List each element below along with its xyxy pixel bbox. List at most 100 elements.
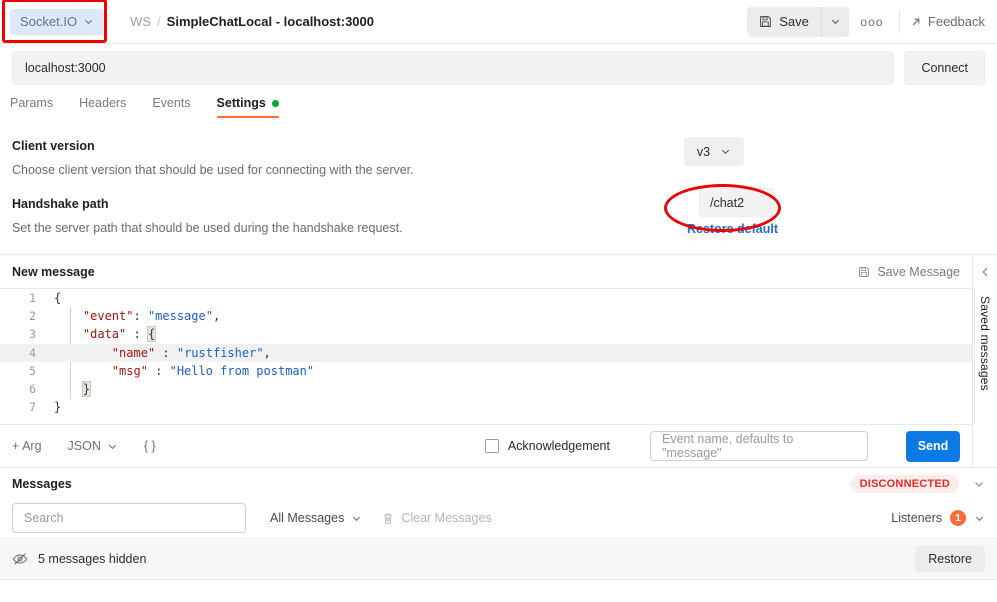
postman-socketio-window: Socket.IO WS / SimpleChatLocal - localho…	[0, 0, 997, 602]
feedback-label: Feedback	[928, 14, 985, 29]
listeners-toggle[interactable]: Listeners 1	[891, 510, 985, 526]
clear-messages-button[interactable]: Clear Messages	[382, 511, 491, 525]
url-row: localhost:3000 Connect	[0, 44, 997, 92]
line-number: 3	[0, 327, 46, 341]
save-label: Save	[779, 14, 809, 29]
breadcrumb: WS / SimpleChatLocal - localhost:3000	[130, 14, 374, 29]
listeners-label: Listeners	[891, 511, 942, 525]
line-number: 2	[0, 309, 46, 323]
tab-headers[interactable]: Headers	[79, 96, 126, 118]
chevron-down-icon[interactable]	[973, 478, 985, 490]
handshake-path-value: /chat2	[710, 196, 744, 210]
chevron-down-icon	[830, 16, 841, 27]
url-value: localhost:3000	[25, 61, 106, 75]
send-button[interactable]: Send	[906, 431, 960, 462]
eye-off-icon	[12, 551, 28, 567]
acknowledgement-toggle[interactable]: Acknowledgement	[485, 439, 610, 453]
chevron-down-icon	[83, 16, 94, 27]
client-version-title: Client version	[12, 139, 985, 153]
format-select[interactable]: JSON	[68, 439, 118, 453]
line-number: 4	[0, 346, 46, 360]
acknowledgement-checkbox[interactable]	[485, 439, 499, 453]
listeners-count-badge: 1	[950, 510, 966, 526]
url-input[interactable]: localhost:3000	[12, 51, 894, 85]
setting-handshake-path: Handshake path Set the server path that …	[0, 177, 997, 235]
save-options-button[interactable]	[821, 7, 849, 37]
save-message-button[interactable]: Save Message	[858, 265, 960, 279]
code-content: "data" : {	[46, 327, 155, 341]
modified-indicator-dot	[272, 100, 279, 107]
handshake-path-input[interactable]: /chat2	[699, 188, 775, 217]
editor-toolbar: + Arg JSON { } Acknowledgement Event nam…	[0, 424, 972, 467]
status-badge: DISCONNECTED	[851, 475, 959, 493]
chevron-down-icon	[107, 441, 118, 452]
search-input[interactable]: Search	[12, 503, 246, 533]
floppy-disk-icon	[759, 15, 772, 28]
saved-messages-label[interactable]: Saved messages	[978, 296, 992, 391]
code-content: }	[46, 382, 90, 396]
send-label: Send	[918, 439, 949, 453]
breadcrumb-separator: /	[157, 14, 161, 29]
chevron-down-icon	[974, 513, 985, 524]
line-number: 1	[0, 291, 46, 305]
restore-default-link[interactable]: Restore default	[687, 222, 778, 236]
code-line-active: 4 "name" : "rustfisher",	[0, 344, 972, 362]
tab-settings-label: Settings	[217, 96, 266, 110]
restore-messages-button[interactable]: Restore	[915, 546, 985, 572]
ellipsis-icon: ooo	[860, 15, 883, 29]
protocol-select[interactable]: Socket.IO	[10, 9, 104, 35]
line-number: 6	[0, 382, 46, 396]
top-bar: Socket.IO WS / SimpleChatLocal - localho…	[0, 0, 997, 44]
save-message-label: Save Message	[877, 265, 960, 279]
save-button[interactable]: Save	[747, 7, 821, 37]
handshake-path-description: Set the server path that should be used …	[12, 221, 985, 235]
add-arg-label: + Arg	[12, 439, 42, 453]
code-content: "name" : "rustfisher",	[46, 346, 271, 360]
braces-icon: { }	[144, 439, 156, 453]
client-version-value: v3	[697, 145, 710, 159]
connect-button[interactable]: Connect	[904, 51, 985, 85]
tab-events-label: Events	[152, 96, 190, 110]
message-type-filter[interactable]: All Messages	[270, 511, 362, 525]
tab-params-label: Params	[10, 96, 53, 110]
breadcrumb-request-name: SimpleChatLocal - localhost:3000	[167, 14, 374, 29]
message-type-filter-label: All Messages	[270, 511, 344, 525]
setting-client-version: Client version Choose client version tha…	[0, 127, 997, 177]
tab-events[interactable]: Events	[152, 96, 190, 118]
code-line: 2 "event": "message",	[0, 307, 972, 325]
handshake-path-title: Handshake path	[12, 197, 985, 211]
hidden-messages-row: 5 messages hidden Restore	[0, 538, 997, 580]
floppy-disk-icon	[858, 266, 870, 278]
client-version-description: Choose client version that should be use…	[12, 163, 985, 177]
restore-label: Restore	[928, 552, 972, 566]
code-line: 7 }	[0, 398, 972, 416]
client-version-select[interactable]: v3	[684, 137, 744, 166]
acknowledgement-label: Acknowledgement	[508, 439, 610, 453]
format-label: JSON	[68, 439, 101, 453]
hidden-messages-label: 5 messages hidden	[38, 552, 146, 566]
tab-params[interactable]: Params	[10, 96, 53, 118]
new-message-title: New message	[12, 265, 95, 279]
chevron-left-icon[interactable]	[980, 266, 990, 278]
line-number: 7	[0, 400, 46, 414]
saved-messages-rail: Saved messages	[972, 256, 997, 467]
protocol-label: Socket.IO	[20, 14, 77, 29]
code-content: }	[46, 400, 61, 414]
event-name-input[interactable]: Event name, defaults to "message"	[650, 431, 868, 461]
feedback-link[interactable]: Feedback	[910, 14, 985, 29]
more-actions-button[interactable]: ooo	[855, 7, 889, 37]
code-content: {	[46, 291, 61, 305]
code-content: "event": "message",	[46, 309, 220, 323]
beautify-button[interactable]: { }	[144, 439, 156, 453]
top-bar-actions: Save ooo Feedback	[747, 7, 997, 37]
line-number: 5	[0, 364, 46, 378]
code-line: 6 }	[0, 380, 972, 398]
clear-messages-label: Clear Messages	[401, 511, 491, 525]
tab-settings[interactable]: Settings	[217, 96, 279, 118]
tab-headers-label: Headers	[79, 96, 126, 110]
protocol-selector-wrap: Socket.IO	[10, 9, 104, 35]
add-arg-button[interactable]: + Arg	[12, 439, 42, 453]
message-code-editor[interactable]: 1 { 2 "event": "message", 3 "data" : { 4…	[0, 288, 972, 424]
request-tabs: Params Headers Events Settings	[0, 96, 997, 126]
messages-header: Messages DISCONNECTED	[0, 467, 997, 500]
